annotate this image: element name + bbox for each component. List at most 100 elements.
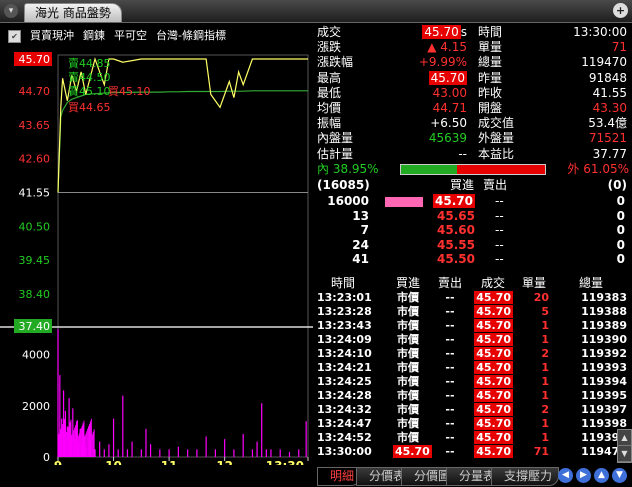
book-bid-price[interactable]: 45.50 xyxy=(437,252,475,266)
tick-qty: 1 xyxy=(541,319,549,332)
book-bid-price[interactable]: 45.60 xyxy=(437,223,475,237)
tick-ask: -- xyxy=(445,417,455,430)
quote-value: 13:30:00 xyxy=(573,25,627,39)
tick-time: 13:23:28 xyxy=(317,305,372,318)
intraday-chart[interactable]: 45.70 44.70 43.65 42.60 41.55 40.50 39.45 38.40… xyxy=(0,23,313,465)
tick-ask: -- xyxy=(445,389,455,402)
price-tick-label: 41.55 xyxy=(19,187,51,200)
toolbar-item[interactable]: 台灣-條鋼指標 xyxy=(156,29,226,42)
toolbar-item[interactable]: 鋼鍊 xyxy=(83,29,105,42)
tab-label: 分量表 xyxy=(459,469,496,483)
tick-time: 13:24:25 xyxy=(317,375,372,388)
chart-frame xyxy=(57,54,309,458)
zoom-icon[interactable]: + xyxy=(613,3,628,18)
book-bid-total: (16085) xyxy=(317,178,370,192)
tick-total: 119397 xyxy=(581,403,627,416)
tick-scrollbar[interactable]: ▲ ▼ xyxy=(617,429,632,463)
tick-total: 119389 xyxy=(581,319,627,332)
book-ask-qty: 0 xyxy=(616,237,625,252)
price-tick-label: 40.50 xyxy=(19,220,51,233)
tick-price: 45.70 xyxy=(474,361,513,374)
price-tick-label: 43.65 xyxy=(19,119,51,132)
tick-qty: 1 xyxy=(541,361,549,374)
volume-tick-label: 4000 xyxy=(22,349,50,362)
scroll-down-icon[interactable]: ▼ xyxy=(618,446,631,462)
tick-header: 賣出 xyxy=(437,276,462,290)
quote-label: 均價 xyxy=(317,101,342,115)
quote-value: 71521 xyxy=(588,131,627,146)
price-tick-label: 37.40 xyxy=(19,320,51,333)
tick-price: 45.70 xyxy=(474,445,513,458)
book-bid-price[interactable]: 45.65 xyxy=(437,209,475,223)
tick-ask: -- xyxy=(445,375,455,388)
tick-total: 119390 xyxy=(581,333,627,346)
book-ask-qty: 0 xyxy=(616,252,625,267)
price-tick-label: 42.60 xyxy=(19,153,51,166)
quote-value: 119470 xyxy=(581,55,627,70)
inner-outer-bar xyxy=(400,164,546,175)
tab-support-resistance[interactable]: 支撐壓力 xyxy=(491,467,560,486)
chart-overlay-label: 買44.65 xyxy=(68,101,111,114)
tick-qty: 1 xyxy=(541,333,549,346)
window-tab[interactable]: 海光 商品盤勢 xyxy=(24,3,122,22)
quote-value-suffix: s xyxy=(460,25,467,39)
arrow-up-icon[interactable]: ▲ xyxy=(594,468,609,483)
toolbar-item[interactable]: 買賣現沖 xyxy=(30,29,74,42)
toolbar-item[interactable]: 平可空 xyxy=(114,29,147,42)
book-ask-qty: 0 xyxy=(616,194,625,208)
tick-price: 45.70 xyxy=(474,305,513,318)
quote-value: 71 xyxy=(611,40,627,55)
quote-value: 45.70 xyxy=(422,25,461,39)
book-ask-total: (0) xyxy=(607,178,627,192)
tick-qty: 71 xyxy=(533,445,549,458)
tick-qty: 2 xyxy=(541,403,549,416)
tick-qty: 20 xyxy=(533,291,549,304)
book-ask-price[interactable]: -- xyxy=(495,194,504,209)
inner-ratio: 內 38.95% xyxy=(317,162,379,176)
tick-time: 13:24:47 xyxy=(317,417,372,430)
menu-dropdown-icon[interactable]: ▾ xyxy=(4,4,18,18)
quote-value: 41.55 xyxy=(592,85,627,100)
quote-value: ▲ 4.15 xyxy=(427,40,467,55)
volume-tick-label: 0 xyxy=(43,451,50,464)
tick-price: 45.70 xyxy=(474,389,513,402)
arrow-down-icon[interactable]: ▼ xyxy=(612,468,627,483)
tick-qty: 1 xyxy=(541,417,549,430)
tick-bid: 市價 xyxy=(397,305,419,318)
arrow-left-icon[interactable]: ◀ xyxy=(558,468,573,483)
chart-overlay-label: 賣44.50 xyxy=(68,70,111,84)
quote-value: 43.30 xyxy=(592,101,627,115)
tick-ask: -- xyxy=(445,347,455,360)
scroll-up-icon[interactable]: ▲ xyxy=(618,430,631,446)
checkbox-icon[interactable]: ✔ xyxy=(8,29,21,43)
tick-bid: 市價 xyxy=(397,319,419,332)
tick-price: 45.70 xyxy=(474,403,513,416)
book-ask-price[interactable]: -- xyxy=(495,209,504,224)
quote-label: 成交 xyxy=(317,25,342,39)
book-ask-header: 賣出 xyxy=(483,178,508,192)
tick-price: 45.70 xyxy=(474,333,513,346)
quote-label: 振幅 xyxy=(317,116,342,131)
quote-label: 時間 xyxy=(478,25,503,39)
quote-label: 最高 xyxy=(317,70,342,85)
tick-time: 13:24:10 xyxy=(317,347,372,360)
tick-qty: 1 xyxy=(541,389,549,402)
tick-total: 119394 xyxy=(581,375,627,388)
tick-time: 13:24:32 xyxy=(317,403,372,416)
price-tick-label: 39.45 xyxy=(19,254,51,267)
quote-value: 43.00 xyxy=(432,85,467,100)
book-ask-price[interactable]: -- xyxy=(495,223,504,238)
book-bid-price[interactable]: 45.70 xyxy=(433,194,475,208)
tab-detail[interactable]: 明細 xyxy=(317,467,362,486)
quote-value: 53.4億 xyxy=(588,116,627,131)
quote-label: 單量 xyxy=(478,40,503,55)
tick-ask: -- xyxy=(445,291,455,304)
tick-bid: 市價 xyxy=(397,431,419,444)
book-ask-price[interactable]: -- xyxy=(495,238,504,253)
book-bid-price[interactable]: 45.55 xyxy=(437,238,475,252)
book-ask-price[interactable]: -- xyxy=(495,252,504,267)
tick-price: 45.70 xyxy=(474,347,513,360)
arrow-right-icon[interactable]: ▶ xyxy=(576,468,591,483)
quote-value: 45639 xyxy=(428,131,467,146)
tick-time: 13:30:00 xyxy=(317,445,372,458)
